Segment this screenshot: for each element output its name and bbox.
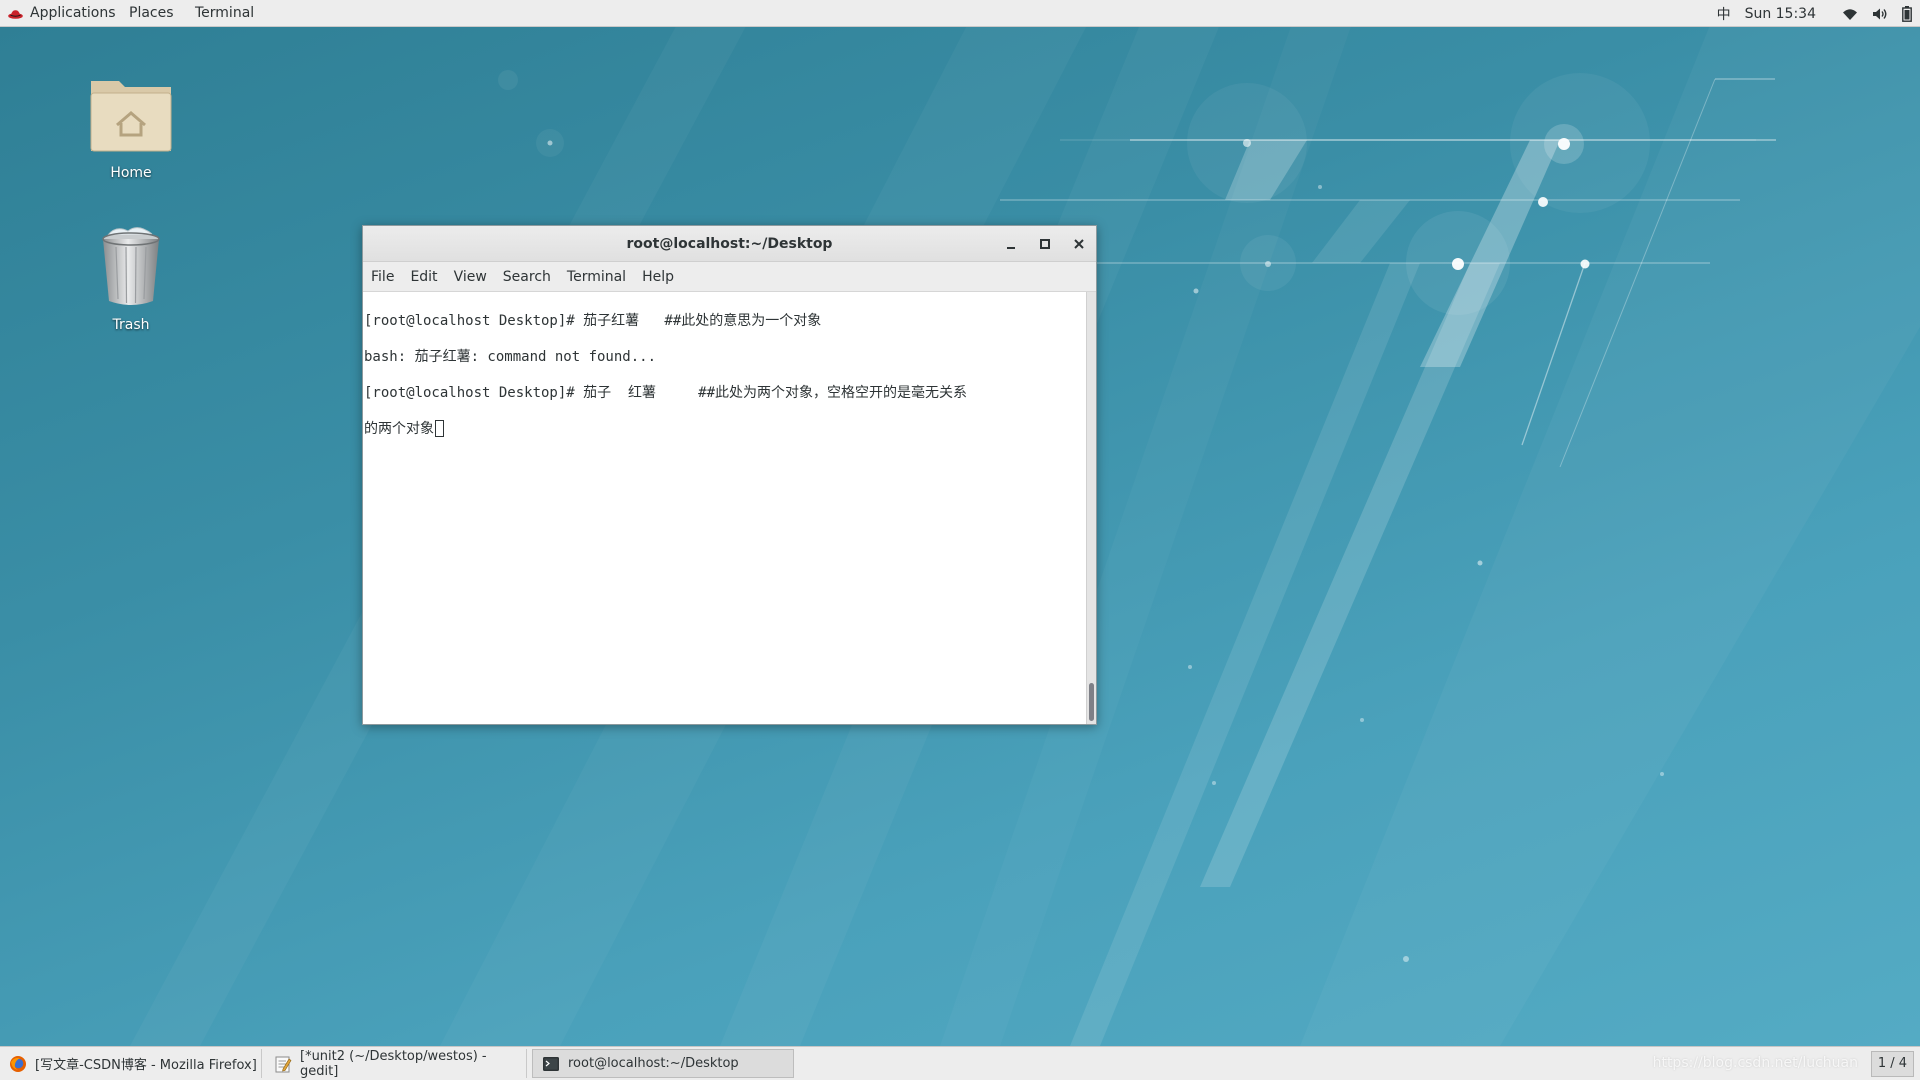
applications-menu[interactable]: Applications <box>8 0 116 27</box>
applications-label: Applications <box>30 5 116 21</box>
close-icon <box>1074 239 1084 249</box>
top-panel: Applications Places Terminal 中 Sun 15:34 <box>0 0 1920 27</box>
terminal-icon <box>543 1056 559 1071</box>
terminal-app-menu[interactable]: Terminal <box>195 0 254 27</box>
task-firefox[interactable]: [写文章-CSDN博客 - Mozilla Firefox] <box>0 1049 262 1078</box>
terminal-line: 的两个对象 <box>364 421 434 437</box>
workspace-indicator[interactable]: 1 / 4 <box>1870 1051 1914 1077</box>
task-label: [写文章-CSDN博客 - Mozilla Firefox] <box>35 1058 257 1073</box>
terminal-output[interactable]: [root@localhost Desktop]# 茄子红薯 ##此处的意思为一… <box>363 292 1086 724</box>
desktop-icon-home[interactable]: Home <box>76 73 186 181</box>
text-cursor <box>435 420 444 437</box>
watermark-text: https://blog.csdn.net/luchuan <box>1652 1055 1858 1071</box>
battery-icon[interactable] <box>1902 5 1912 22</box>
minimize-icon <box>1007 247 1015 249</box>
task-terminal[interactable]: root@localhost:~/Desktop <box>532 1049 794 1078</box>
gedit-icon <box>275 1056 292 1072</box>
home-folder-icon <box>90 81 172 152</box>
volume-icon[interactable] <box>1872 7 1888 21</box>
terminal-scrollbar[interactable] <box>1086 292 1096 724</box>
menu-help[interactable]: Help <box>642 269 674 285</box>
terminal-line: [root@localhost Desktop]# 茄子红薯 ##此处的意思为一… <box>364 313 822 329</box>
terminal-line-current: 的两个对象 <box>364 420 1085 438</box>
window-titlebar[interactable]: root@localhost:~/Desktop <box>363 226 1096 262</box>
desktop-icon-label: Home <box>110 165 152 181</box>
firefox-icon <box>10 1055 26 1072</box>
redhat-icon <box>8 9 23 19</box>
task-gedit[interactable]: [*unit2 (~/Desktop/westos) - gedit] <box>265 1048 527 1079</box>
bottom-panel: [写文章-CSDN博客 - Mozilla Firefox] [*unit2 (… <box>0 1046 1920 1080</box>
menu-view[interactable]: View <box>454 269 487 285</box>
terminal-window: root@localhost:~/Desktop File Edit View … <box>362 225 1097 725</box>
trash-icon <box>102 227 160 305</box>
window-title: root@localhost:~/Desktop <box>626 236 833 252</box>
task-label: [*unit2 (~/Desktop/westos) - gedit] <box>300 1048 487 1079</box>
maximize-icon <box>1040 239 1050 249</box>
terminal-line: bash: 茄子红薯: command not found... <box>364 349 657 365</box>
status-area: 中 Sun 15:34 <box>1717 0 1912 27</box>
minimize-button[interactable] <box>1002 235 1020 253</box>
clock[interactable]: Sun 15:34 <box>1745 6 1816 22</box>
menu-terminal[interactable]: Terminal <box>567 269 626 285</box>
menu-edit[interactable]: Edit <box>410 269 437 285</box>
terminal-line: [root@localhost Desktop]# 茄子 红薯 ##此处为两个对… <box>364 385 968 401</box>
task-label: root@localhost:~/Desktop <box>568 1056 739 1071</box>
desktop-icon-label: Trash <box>112 317 150 333</box>
window-menubar: File Edit View Search Terminal Help <box>363 262 1096 292</box>
places-menu[interactable]: Places <box>129 0 174 27</box>
close-button[interactable] <box>1070 235 1088 253</box>
maximize-button[interactable] <box>1036 235 1054 253</box>
desktop-icon-trash[interactable]: Trash <box>76 225 186 333</box>
input-method-indicator[interactable]: 中 <box>1717 4 1731 24</box>
scrollbar-thumb[interactable] <box>1089 683 1094 721</box>
wifi-icon[interactable] <box>1842 7 1858 21</box>
menu-search[interactable]: Search <box>503 269 551 285</box>
menu-file[interactable]: File <box>371 269 394 285</box>
